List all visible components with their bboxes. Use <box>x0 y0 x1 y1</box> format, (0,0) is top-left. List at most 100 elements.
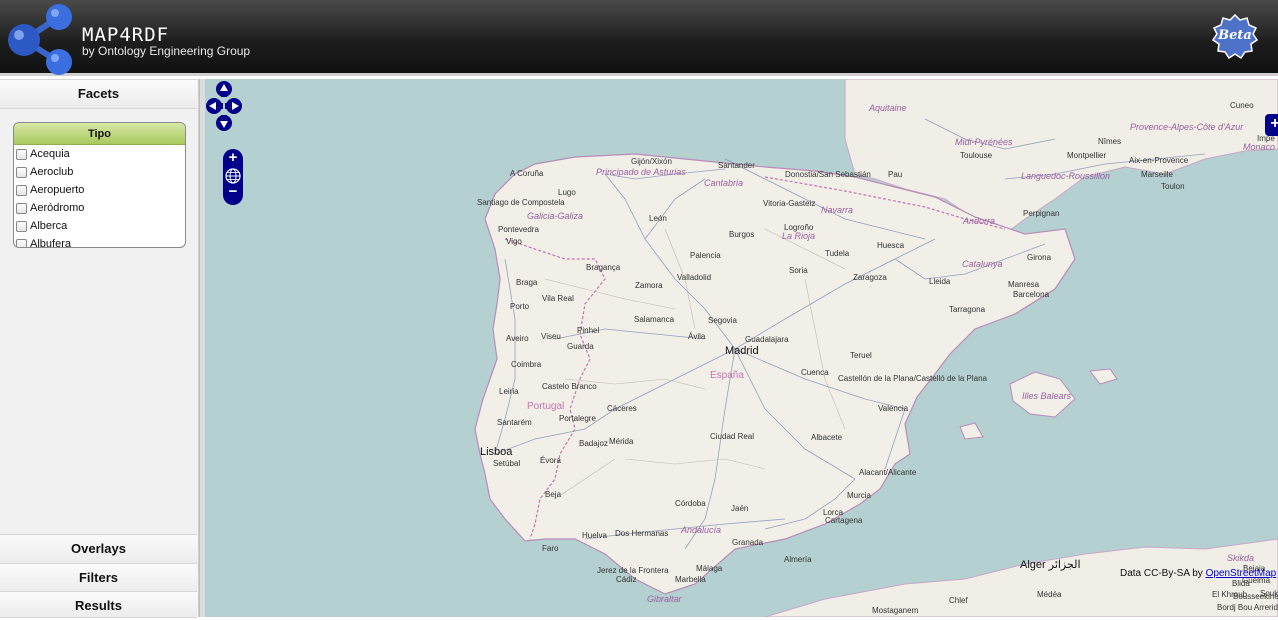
zoom-out-button[interactable]: − <box>225 184 241 201</box>
city-label: Badajoz <box>579 439 608 448</box>
zoom-in-button[interactable]: + <box>225 150 241 167</box>
city-label: Murcia <box>847 491 872 500</box>
region-label: Gibraltar <box>647 594 682 604</box>
city-label: Málaga <box>696 564 723 573</box>
results-header[interactable]: Results <box>0 591 197 618</box>
city-label: Porto <box>510 302 530 311</box>
app-subtitle: by Ontology Engineering Group <box>82 44 251 58</box>
city-label: Bordj Bou Arreridj <box>1217 603 1278 612</box>
city-label: Ciudad Real <box>710 432 755 441</box>
facet-checkbox[interactable] <box>16 148 27 160</box>
city-label: Gijón/Xixón <box>631 157 672 166</box>
beta-badge: Beta <box>1218 28 1252 43</box>
city-label: Bragança <box>586 263 621 272</box>
region-label: Midi-Pyrénées <box>955 137 1013 147</box>
facet-checkbox[interactable] <box>16 220 27 232</box>
facet-option[interactable]: Albufera <box>14 235 185 247</box>
city-label: Aveiro <box>506 334 529 343</box>
city-label: Jerez de la Frontera <box>597 566 669 575</box>
city-label: Valencia <box>878 404 909 413</box>
logo-icon <box>8 4 72 75</box>
openstreetmap-link[interactable]: OpenStreetMap <box>1206 568 1277 579</box>
city-label: Pontevedra <box>498 225 539 234</box>
facet-option[interactable]: Aeródromo <box>14 199 185 217</box>
facet-option-label: Alberca <box>30 220 68 232</box>
city-label: Dos Hermanas <box>615 529 669 538</box>
facet-option[interactable]: Aeroclub <box>14 163 185 181</box>
zoom-bar: + − <box>223 149 243 205</box>
region-label: La Rioja <box>782 231 816 241</box>
facet-option-list[interactable]: Acequia Aeroclub Aeropuerto Aeródromo Alberc… <box>14 145 185 247</box>
facet-option-label: Aeroclub <box>30 166 74 178</box>
city-label: Zaragoza <box>853 273 887 282</box>
city-label: Zamora <box>635 281 663 290</box>
city-label: Setúbal <box>493 459 521 468</box>
city-label: Vigo <box>506 237 522 246</box>
city-label: Ávila <box>688 332 706 341</box>
capital-label: Alger الجزائر <box>1020 559 1081 571</box>
facet-option-label: Aeropuerto <box>30 184 85 196</box>
city-label: Mostaganem <box>872 606 919 615</box>
region-label: Languedoc-Roussillon <box>1021 171 1111 181</box>
layer-switcher-button[interactable]: + <box>1265 114 1278 136</box>
city-label: León <box>649 214 667 223</box>
city-label: Mérida <box>609 437 634 446</box>
city-label: Portalegre <box>559 414 596 423</box>
capital-label: Madrid <box>725 345 759 357</box>
city-label: Évora <box>540 456 561 465</box>
city-label: Castelo Branco <box>542 382 597 391</box>
city-label: Castellón de la Plana/Castelló de la Pla… <box>838 374 987 383</box>
city-label: Guadalajara <box>745 335 789 344</box>
city-label: Lleida <box>929 277 951 286</box>
city-label: Palencia <box>690 251 721 260</box>
region-label: Principado de Asturias <box>596 167 686 177</box>
city-label: Segovia <box>708 316 737 325</box>
city-label: Cartagena <box>825 516 863 525</box>
country-label: Portugal <box>527 401 565 412</box>
region-label: Navarra <box>821 205 854 215</box>
city-label: Vitoria-Gasteiz <box>763 199 816 208</box>
city-label: Huesca <box>877 241 905 250</box>
facet-checkbox[interactable] <box>16 202 27 214</box>
region-label: Galicia-Galiza <box>527 211 584 221</box>
facet-option[interactable]: Aeropuerto <box>14 181 185 199</box>
city-label: Soria <box>789 266 808 275</box>
facet-option-label: Acequia <box>30 148 70 160</box>
city-label: Salamanca <box>634 315 675 324</box>
city-label: Aix-en-Provence <box>1129 156 1189 165</box>
city-label: Vila Real <box>542 294 574 303</box>
city-label: Alacant/Alicante <box>859 468 917 477</box>
city-label: Granada <box>732 538 764 547</box>
city-label: Marseille <box>1141 170 1174 179</box>
region-label: Monaco <box>1243 142 1276 152</box>
region-label: Catalunya <box>962 259 1003 269</box>
city-label: Coimbra <box>511 360 542 369</box>
zoom-world-icon[interactable] <box>225 168 241 184</box>
city-label: Braga <box>516 278 538 287</box>
facet-checkbox[interactable] <box>16 238 27 247</box>
city-label: Barcelona <box>1013 290 1050 299</box>
city-label: Cáceres <box>607 404 637 413</box>
facet-option[interactable]: Acequia <box>14 145 185 163</box>
pan-control[interactable] <box>205 79 243 133</box>
facet-tipo-panel: Tipo Acequia Aeroclub Aeropuerto Aeródromo A… <box>13 122 186 248</box>
facets-header[interactable]: Facets <box>0 79 197 109</box>
app-title: MAP4RDF <box>82 24 170 46</box>
city-label: Córdoba <box>675 499 706 508</box>
city-label: Manresa <box>1008 280 1040 289</box>
facet-checkbox[interactable] <box>16 184 27 196</box>
region-label: Provence-Alpes-Côte d'Azur <box>1130 122 1244 132</box>
city-label: Albacete <box>811 433 843 442</box>
overlays-header[interactable]: Overlays <box>0 534 197 564</box>
facet-option-label: Albufera <box>30 238 71 247</box>
filters-header[interactable]: Filters <box>0 563 197 593</box>
city-label: Cádiz <box>616 575 637 584</box>
facet-option[interactable]: Alberca <box>14 217 185 235</box>
facet-checkbox[interactable] <box>16 166 27 178</box>
city-label: Médéa <box>1037 590 1062 599</box>
map-view[interactable]: A Coruña Gijón/Xixón Santander Donostia/San… <box>205 79 1278 617</box>
city-label: Pinhel <box>577 326 600 335</box>
region-label: Skikda <box>1227 553 1255 563</box>
city-label: Faro <box>542 544 559 553</box>
city-label: Beja <box>545 490 562 499</box>
